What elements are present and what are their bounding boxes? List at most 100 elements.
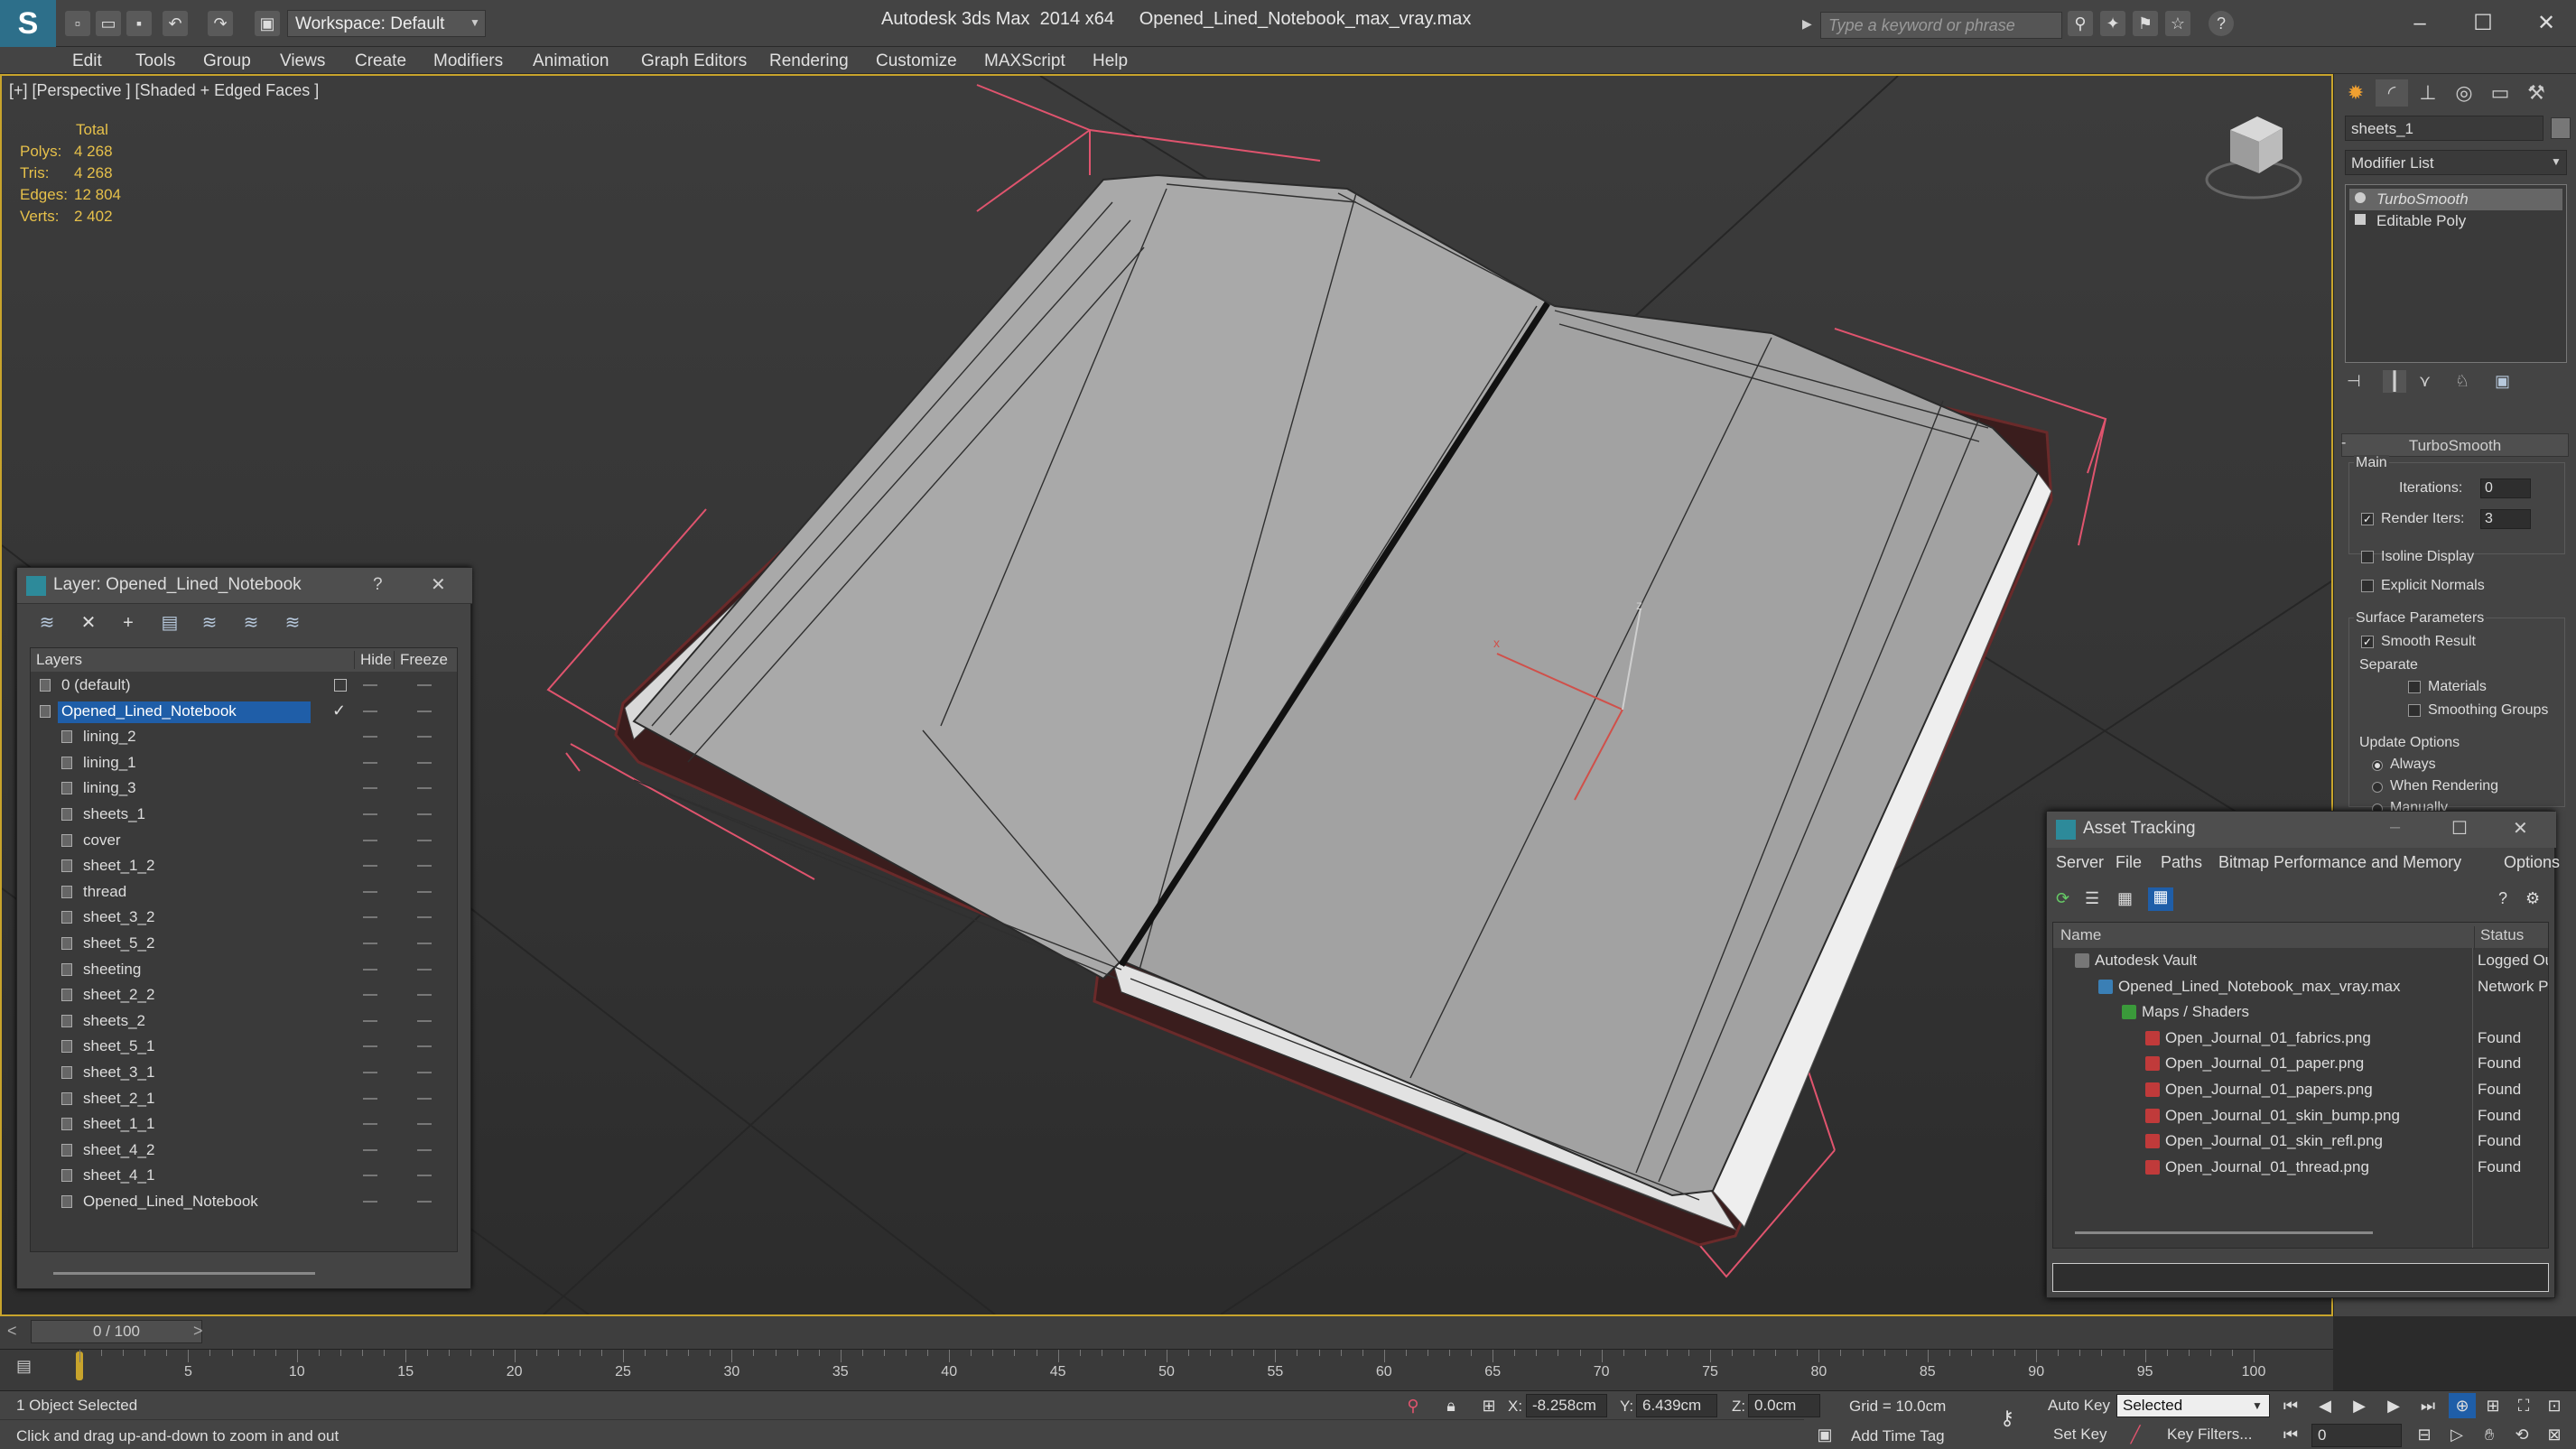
asset-row[interactable]: Open_Journal_01_skin_refl.png Found — [2053, 1129, 2548, 1154]
freeze-toggle[interactable] — [417, 839, 432, 841]
asset-row[interactable]: Open_Journal_01_paper.png Found — [2053, 1051, 2548, 1076]
hide-toggle[interactable] — [363, 916, 377, 919]
maximize-icon[interactable]: ☐ — [2465, 9, 2501, 38]
modify-tab-icon[interactable]: ◜ — [2376, 79, 2408, 107]
maximize-icon[interactable]: ☐ — [2451, 817, 2468, 840]
binoculars-icon[interactable]: ⚲ — [2068, 11, 2093, 36]
freeze-toggle[interactable] — [417, 1019, 432, 1022]
freeze-toggle[interactable] — [417, 943, 432, 944]
menu-create[interactable]: Create — [355, 51, 406, 71]
prev-frame-icon[interactable]: < — [7, 1322, 17, 1341]
freeze-toggle[interactable] — [417, 1175, 432, 1177]
favorites-star-icon[interactable]: ☆ — [2165, 11, 2190, 36]
layer-row[interactable]: sheet_2_2 — [31, 983, 457, 1008]
make-unique-icon[interactable]: ⋎ — [2419, 372, 2431, 391]
menu-animation[interactable]: Animation — [533, 51, 609, 71]
x-coordinate-field[interactable]: -8.258cm — [1526, 1394, 1607, 1417]
freeze-toggle[interactable] — [417, 1045, 432, 1048]
go-to-end-icon[interactable]: ⏭ — [2414, 1393, 2441, 1418]
communication-icon[interactable]: ⚑ — [2133, 11, 2158, 36]
freeze-toggle[interactable] — [417, 1097, 432, 1100]
freeze-all-layers-icon[interactable]: ≋ — [281, 611, 304, 635]
key-mode-toggle-icon[interactable]: ⏮ — [2277, 1422, 2304, 1447]
stack-item-editable-poly[interactable]: Editable Poly — [2349, 210, 2562, 232]
freeze-toggle[interactable] — [417, 1123, 432, 1126]
menu-tools[interactable]: Tools — [135, 51, 175, 71]
app-logo-icon[interactable]: S — [0, 0, 56, 47]
current-layer-checkmark-icon[interactable]: ✓ — [332, 701, 346, 720]
hide-toggle[interactable] — [363, 787, 377, 790]
current-layer-indicator[interactable] — [334, 679, 347, 692]
menu-paths[interactable]: Paths — [2161, 853, 2202, 872]
show-end-result-icon[interactable]: ┃ — [2383, 370, 2406, 393]
add-time-tag[interactable]: Add Time Tag — [1851, 1427, 1945, 1445]
rollout-collapse-icon[interactable]: - — [2341, 435, 2346, 451]
col-status[interactable]: Status — [2474, 926, 2524, 950]
new-file-icon[interactable]: ▫ — [65, 11, 90, 36]
z-coordinate-field[interactable]: 0.0cm — [1748, 1394, 1820, 1417]
freeze-toggle[interactable] — [417, 1072, 432, 1073]
render-iters-checkbox[interactable]: ✓ — [2361, 513, 2374, 525]
menu-customize[interactable]: Customize — [876, 51, 957, 71]
when-rendering-radio[interactable] — [2372, 782, 2383, 793]
turbosmooth-rollout[interactable]: TurboSmooth — [2341, 433, 2569, 457]
absolute-mode-icon[interactable]: ⊞ — [1475, 1393, 1502, 1418]
hide-toggle[interactable] — [363, 1097, 377, 1100]
select-in-layer-icon[interactable]: ▤ — [158, 611, 181, 635]
hide-toggle[interactable] — [363, 865, 377, 868]
time-config-icon[interactable]: ⊟ — [2411, 1422, 2438, 1447]
layer-row[interactable]: 0 (default) — [31, 673, 457, 699]
hide-toggle[interactable] — [363, 968, 377, 971]
close-icon[interactable]: ✕ — [2513, 817, 2528, 840]
freeze-toggle[interactable] — [417, 813, 432, 815]
layer-row[interactable]: sheet_4_2 — [31, 1138, 457, 1164]
layer-row[interactable]: sheet_3_2 — [31, 906, 457, 931]
delete-layer-icon[interactable]: ✕ — [77, 611, 100, 635]
new-layer-icon[interactable]: ≋ — [35, 611, 59, 635]
key-filters-button[interactable]: Key Filters... — [2167, 1426, 2252, 1444]
freeze-toggle[interactable] — [417, 1148, 432, 1151]
freeze-toggle[interactable] — [417, 865, 432, 868]
selection-lock-icon[interactable]: 🔒︎ — [1437, 1393, 1465, 1418]
hide-toggle[interactable] — [363, 813, 377, 815]
materials-checkbox[interactable] — [2408, 681, 2421, 693]
search-input[interactable]: Type a keyword or phrase — [1820, 12, 2062, 39]
freeze-toggle[interactable] — [417, 761, 432, 764]
horizontal-scrollbar[interactable] — [53, 1272, 315, 1275]
close-icon[interactable]: ✕ — [2528, 9, 2564, 38]
menu-edit[interactable]: Edit — [72, 51, 102, 71]
hide-toggle[interactable] — [363, 1019, 377, 1022]
help-icon[interactable]: ? — [373, 575, 383, 595]
save-file-icon[interactable]: ▪ — [126, 11, 152, 36]
orbit-icon[interactable]: ⟲ — [2508, 1422, 2535, 1447]
layer-row[interactable]: lining_1 — [31, 751, 457, 776]
freeze-toggle[interactable] — [417, 736, 432, 738]
freeze-toggle[interactable] — [417, 710, 432, 712]
iterations-spinner[interactable]: 0 — [2480, 478, 2531, 498]
menu-views[interactable]: Views — [280, 51, 325, 71]
asset-row[interactable]: Opened_Lined_Notebook_max_vray.max Networ… — [2053, 974, 2548, 999]
object-color-swatch[interactable] — [2551, 117, 2571, 139]
isolate-selection-icon[interactable]: ⚲ — [1400, 1393, 1427, 1418]
set-key-button[interactable]: Set Key — [2053, 1426, 2107, 1444]
isoline-display-checkbox[interactable] — [2361, 551, 2374, 563]
key-icon[interactable]: ⚷ — [1994, 1406, 2021, 1431]
time-slider-thumb[interactable]: 0 / 100 — [31, 1320, 202, 1343]
layer-row[interactable]: lining_3 — [31, 776, 457, 802]
minimize-icon[interactable]: – — [2390, 817, 2400, 838]
key-mode-dropdown[interactable]: Selected — [2116, 1394, 2270, 1417]
freeze-toggle[interactable] — [417, 890, 432, 893]
smooth-result-checkbox[interactable]: ✓ — [2361, 636, 2374, 648]
layer-row[interactable]: thread — [31, 880, 457, 906]
hide-toggle[interactable] — [363, 890, 377, 893]
hide-toggle[interactable] — [363, 1148, 377, 1151]
minimize-icon[interactable]: – — [2402, 9, 2438, 38]
layer-row[interactable]: sheeting — [31, 958, 457, 983]
hide-toggle[interactable] — [363, 839, 377, 841]
time-tag-icon[interactable]: ▣ — [1811, 1422, 1838, 1447]
menu-bitmap-performance[interactable]: Bitmap Performance and Memory — [2218, 853, 2461, 872]
hide-toggle[interactable] — [363, 1123, 377, 1126]
layer-row[interactable]: sheets_1 — [31, 803, 457, 828]
menu-maxscript[interactable]: MAXScript — [984, 51, 1065, 71]
pan-view-icon[interactable]: ✋︎ — [2476, 1422, 2503, 1447]
